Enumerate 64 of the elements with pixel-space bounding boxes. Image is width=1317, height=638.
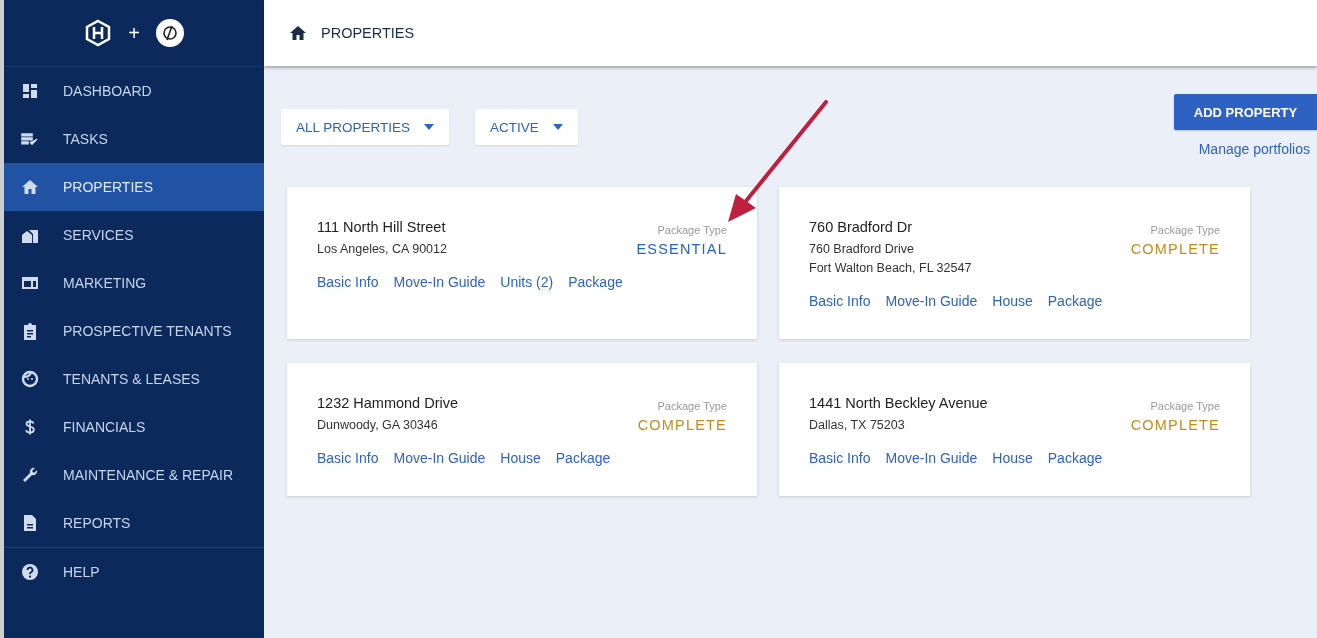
- document-icon: [21, 514, 39, 532]
- property-link[interactable]: Units (2): [500, 274, 554, 290]
- property-link[interactable]: House: [500, 450, 541, 466]
- property-link[interactable]: Basic Info: [809, 293, 871, 309]
- sidebar-item[interactable]: FINANCIALS: [4, 403, 264, 451]
- package-type-label: Package Type: [1149, 400, 1220, 412]
- package-type-label: Package Type: [656, 224, 727, 236]
- property-link[interactable]: House: [992, 450, 1033, 466]
- home-icon: [21, 178, 39, 196]
- marketing-icon: [21, 274, 39, 292]
- add-property-button[interactable]: ADD PROPERTY: [1174, 94, 1317, 130]
- property-title: 111 North Hill Street: [317, 219, 447, 235]
- sidebar-item[interactable]: MARKETING: [4, 259, 264, 307]
- sidebar-item[interactable]: SERVICES: [4, 211, 264, 259]
- caret-icon: [424, 124, 435, 130]
- package-type-label: Package Type: [656, 400, 727, 412]
- property-address: 760 Bradford Drive: [809, 241, 915, 258]
- package-type-value: ESSENTIAL: [636, 241, 727, 257]
- property-link[interactable]: Package: [1047, 293, 1103, 309]
- face-icon: [21, 370, 39, 388]
- property-title: 1441 North Beckley Avenue: [809, 395, 989, 411]
- sidebar-item[interactable]: TENANTS & LEASES: [4, 355, 264, 403]
- sidebar-item[interactable]: REPORTS: [4, 499, 264, 547]
- property-link[interactable]: House: [992, 293, 1033, 309]
- property-title: 1232 Hammond Drive: [317, 395, 460, 411]
- sidebar-item[interactable]: DASHBOARD: [4, 67, 264, 115]
- manage-portfolios-link[interactable]: Manage portfolios: [1198, 141, 1310, 157]
- sidebar-item[interactable]: HELP: [4, 548, 264, 596]
- sidebar-item[interactable]: PROSPECTIVE TENANTS: [4, 307, 264, 355]
- property-link[interactable]: Package: [1047, 450, 1103, 466]
- circle-logo-icon: [155, 19, 184, 47]
- package-type-value: COMPLETE: [1130, 241, 1220, 257]
- package-type-value: COMPLETE: [1130, 417, 1220, 433]
- filter-dropdown[interactable]: ALL PROPERTIES: [281, 109, 450, 145]
- filter-dropdown[interactable]: ACTIVE: [475, 109, 578, 145]
- home-icon: [288, 24, 308, 42]
- property-link[interactable]: Move-In Guide: [393, 450, 486, 466]
- property-address: Dunwoody, GA 30346: [317, 417, 439, 434]
- wrench-icon: [21, 466, 39, 484]
- sidebar-item[interactable]: PROPERTIES: [4, 163, 264, 211]
- caret-icon: [552, 124, 563, 130]
- property-link[interactable]: Basic Info: [317, 274, 379, 290]
- hexagon-logo-icon: [84, 19, 113, 47]
- sidebar-item[interactable]: MAINTENANCE & REPAIR: [4, 451, 264, 499]
- property-link[interactable]: Move-In Guide: [885, 450, 978, 466]
- property-link[interactable]: Package: [568, 274, 623, 290]
- property-address: Los Angeles, CA 90012: [317, 241, 448, 258]
- property-link[interactable]: Move-In Guide: [885, 293, 978, 309]
- page-title: PROPERTIES: [321, 25, 415, 41]
- package-type-value: COMPLETE: [637, 417, 727, 433]
- package-type-label: Package Type: [1149, 224, 1220, 236]
- logo-separator: +: [128, 21, 140, 45]
- clipboard-icon: [21, 322, 39, 340]
- sidebar-item[interactable]: TASKS: [4, 115, 264, 163]
- property-link[interactable]: Move-In Guide: [393, 274, 486, 290]
- property-link[interactable]: Basic Info: [317, 450, 379, 466]
- tasks-icon: [21, 130, 39, 148]
- property-link[interactable]: Basic Info: [809, 450, 871, 466]
- dashboard-icon: [21, 82, 39, 100]
- help-icon: [21, 563, 39, 581]
- property-title: 760 Bradford Dr: [809, 219, 914, 235]
- property-address: Fort Walton Beach, FL 32547: [809, 260, 973, 277]
- property-address: Dallas, TX 75203: [809, 417, 906, 434]
- property-link[interactable]: Package: [555, 450, 611, 466]
